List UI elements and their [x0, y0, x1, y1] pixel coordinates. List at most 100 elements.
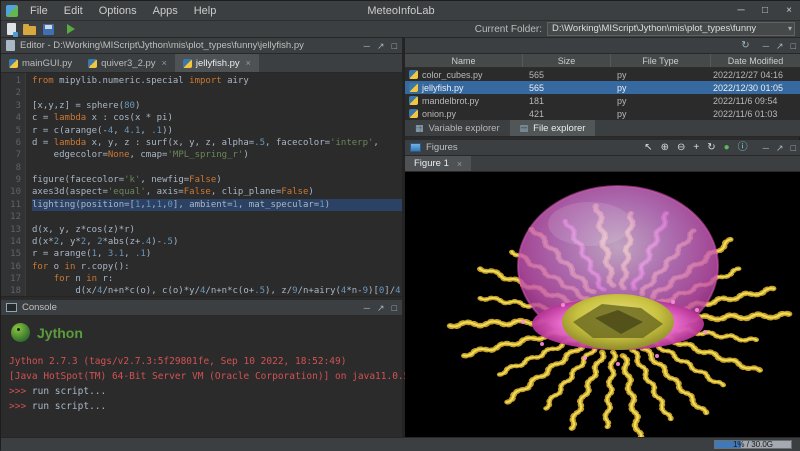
menu-apps[interactable]: Apps: [145, 1, 186, 21]
close-icon[interactable]: ×: [777, 1, 800, 21]
editor-tab-quiver3_2.py[interactable]: quiver3_2.py ×: [80, 54, 175, 72]
line-number: 8: [15, 162, 21, 173]
file-explorer-panel: ↻ ─ ↗ □ Name Size File Type Date Modified col…: [405, 38, 800, 120]
float-panel-icon[interactable]: ↗: [776, 38, 784, 54]
line-number: 16: [10, 261, 21, 272]
figure-plot-area[interactable]: [405, 172, 800, 437]
file-row[interactable]: mandelbrot.py 181 py 2022/11/6 09:54: [405, 94, 800, 107]
line-number: 6: [15, 137, 21, 148]
code-line: edgecolor=None, cmap='MPL_spring_r'): [32, 150, 249, 161]
python-file-icon: [409, 109, 418, 118]
file-table-header: Name Size File Type Date Modified: [405, 54, 800, 68]
document-icon: [6, 40, 15, 51]
line-number: 3: [15, 100, 21, 111]
maximize-panel-icon[interactable]: □: [392, 300, 397, 316]
menu-file[interactable]: File: [22, 1, 56, 21]
rotate-icon[interactable]: ↻: [707, 140, 715, 156]
column-header-name[interactable]: Name: [405, 54, 523, 67]
console-panel: Console ─ ↗ □ Jython Jython 2.7.3 (tags/v2…: [1, 300, 409, 437]
file-row[interactable]: onion.py 421 py 2022/11/6 01:03: [405, 107, 800, 120]
file-row[interactable]: color_cubes.py 565 py 2022/12/27 04:16: [405, 68, 800, 81]
minimize-panel-icon[interactable]: ─: [364, 300, 370, 316]
console-icon: [6, 303, 17, 312]
editor-tab-jellyfish.py[interactable]: jellyfish.py ×: [174, 54, 259, 72]
python-file-icon: [409, 70, 418, 79]
code-line: r = c(arange(-4, 4.1, .1)): [32, 125, 173, 136]
code-editor[interactable]: 1 2 3 4 5 6 7 8 9 10 11 12 13 14 15 16 17 18 from mipylib…: [1, 73, 402, 296]
current-folder-label: Current Folder:: [474, 23, 542, 35]
code-line: c = lambda x : cos(x * pi): [32, 113, 173, 124]
line-number: 12: [10, 212, 21, 223]
console-line: >>> run script...: [9, 386, 107, 397]
column-header-date-modified[interactable]: Date Modified: [711, 54, 800, 67]
code-lines[interactable]: from mipylib.numeric.special import airy…: [26, 73, 402, 296]
line-number: 9: [15, 175, 21, 185]
zoom-out-icon[interactable]: ⊖: [677, 140, 685, 156]
refresh-icon[interactable]: ↻: [741, 40, 749, 51]
identify-icon[interactable]: ⓘ: [738, 140, 748, 156]
memory-usage-text: 1% / 30.0G: [732, 440, 774, 449]
close-tab-icon[interactable]: ×: [457, 159, 462, 169]
figures-panel-title: Figures: [426, 142, 458, 153]
python-file-icon: [409, 96, 418, 105]
line-number: 5: [15, 125, 21, 136]
tab-variable-explorer[interactable]: ▦ Variable explorer: [405, 120, 510, 136]
open-file-icon[interactable]: [23, 23, 36, 35]
maximize-panel-icon[interactable]: □: [791, 140, 796, 156]
float-panel-icon[interactable]: ↗: [776, 140, 784, 156]
editor-tab-mainGUI.py[interactable]: mainGUI.py: [1, 54, 80, 72]
maximize-panel-icon[interactable]: □: [791, 38, 796, 54]
status-bar: 1% / 30.0G: [1, 437, 800, 451]
pan-icon[interactable]: +: [693, 140, 699, 156]
line-number: 15: [10, 249, 21, 260]
menu-options[interactable]: Options: [91, 1, 145, 21]
minimize-icon[interactable]: ─: [729, 1, 753, 21]
python-file-icon: [9, 58, 18, 68]
editor-panel: Editor - D:\Working\MIScript\Jython\mis\…: [1, 38, 402, 296]
column-header-file-type[interactable]: File Type: [611, 54, 711, 67]
editor-tabbar: mainGUI.py quiver3_2.py × jellyfish.py ×: [1, 54, 402, 73]
python-file-icon: [409, 83, 418, 92]
select-arrow-icon[interactable]: ↖: [644, 140, 652, 156]
jython-logo-text: Jython: [37, 324, 83, 341]
title-bar: File Edit Options Apps Help MeteoInfoLab ─ □ ×: [1, 1, 800, 21]
console-panel-controls: ─ ↗ □: [364, 300, 397, 316]
run-script-icon[interactable]: [67, 24, 75, 34]
maximize-icon[interactable]: □: [753, 1, 777, 21]
file-explorer-header: ↻ ─ ↗ □: [405, 38, 800, 54]
tab-file-explorer[interactable]: ▤ File explorer: [509, 120, 596, 136]
main-toolbar: Current Folder: D:\Working\MIScript\Jyth…: [1, 21, 800, 38]
menu-edit[interactable]: Edit: [56, 1, 91, 21]
folder-icon: ▤: [519, 122, 529, 133]
line-number: 13: [10, 224, 21, 235]
current-folder-combobox[interactable]: D:\Working\MIScript\Jython\mis\plot_type…: [547, 22, 795, 36]
save-icon[interactable]: [43, 23, 54, 35]
minimize-panel-icon[interactable]: ─: [763, 140, 769, 156]
console-line: Jython 2.7.3 (tags/v2.7.3:5f29801fe, Sep…: [9, 356, 347, 367]
zoom-in-icon[interactable]: ⊕: [661, 140, 669, 156]
close-tab-icon[interactable]: ×: [246, 58, 251, 68]
float-panel-icon[interactable]: ↗: [377, 300, 385, 316]
globe-icon[interactable]: ●: [724, 140, 730, 156]
tab-figure-1[interactable]: Figure 1 ×: [405, 156, 472, 171]
code-line: lighting(position=[1,1,1,0], ambient=1, …: [32, 198, 402, 212]
minimize-panel-icon[interactable]: ─: [364, 38, 370, 54]
file-row[interactable]: jellyfish.py 565 py 2022/12/30 01:05: [405, 81, 800, 94]
line-number: 2: [15, 88, 21, 99]
file-table-body: color_cubes.py 565 py 2022/12/27 04:16 jelly…: [405, 68, 800, 120]
maximize-panel-icon[interactable]: □: [392, 38, 397, 54]
new-file-icon[interactable]: [7, 23, 18, 37]
chevron-down-icon[interactable]: ▾: [788, 23, 792, 35]
menu-help[interactable]: Help: [186, 1, 225, 21]
minimize-panel-icon[interactable]: ─: [763, 38, 769, 54]
python-file-icon: [88, 58, 98, 68]
gutter: 1 2 3 4 5 6 7 8 9 10 11 12 13 14 15 16 17 18: [1, 73, 26, 296]
figures-panel: Figures ↖ ⊕ ⊖ + ↻ ● ⓘ ─ ↗ □ Figure 1 ×: [405, 140, 800, 437]
code-line: axes3d(aspect='equal', axis=False, clip_…: [32, 187, 314, 198]
column-header-size[interactable]: Size: [523, 54, 611, 67]
float-panel-icon[interactable]: ↗: [377, 38, 385, 54]
close-tab-icon[interactable]: ×: [162, 58, 167, 68]
line-number: 7: [15, 150, 21, 161]
console-output[interactable]: Jython Jython 2.7.3 (tags/v2.7.3:5f29801…: [1, 316, 409, 418]
